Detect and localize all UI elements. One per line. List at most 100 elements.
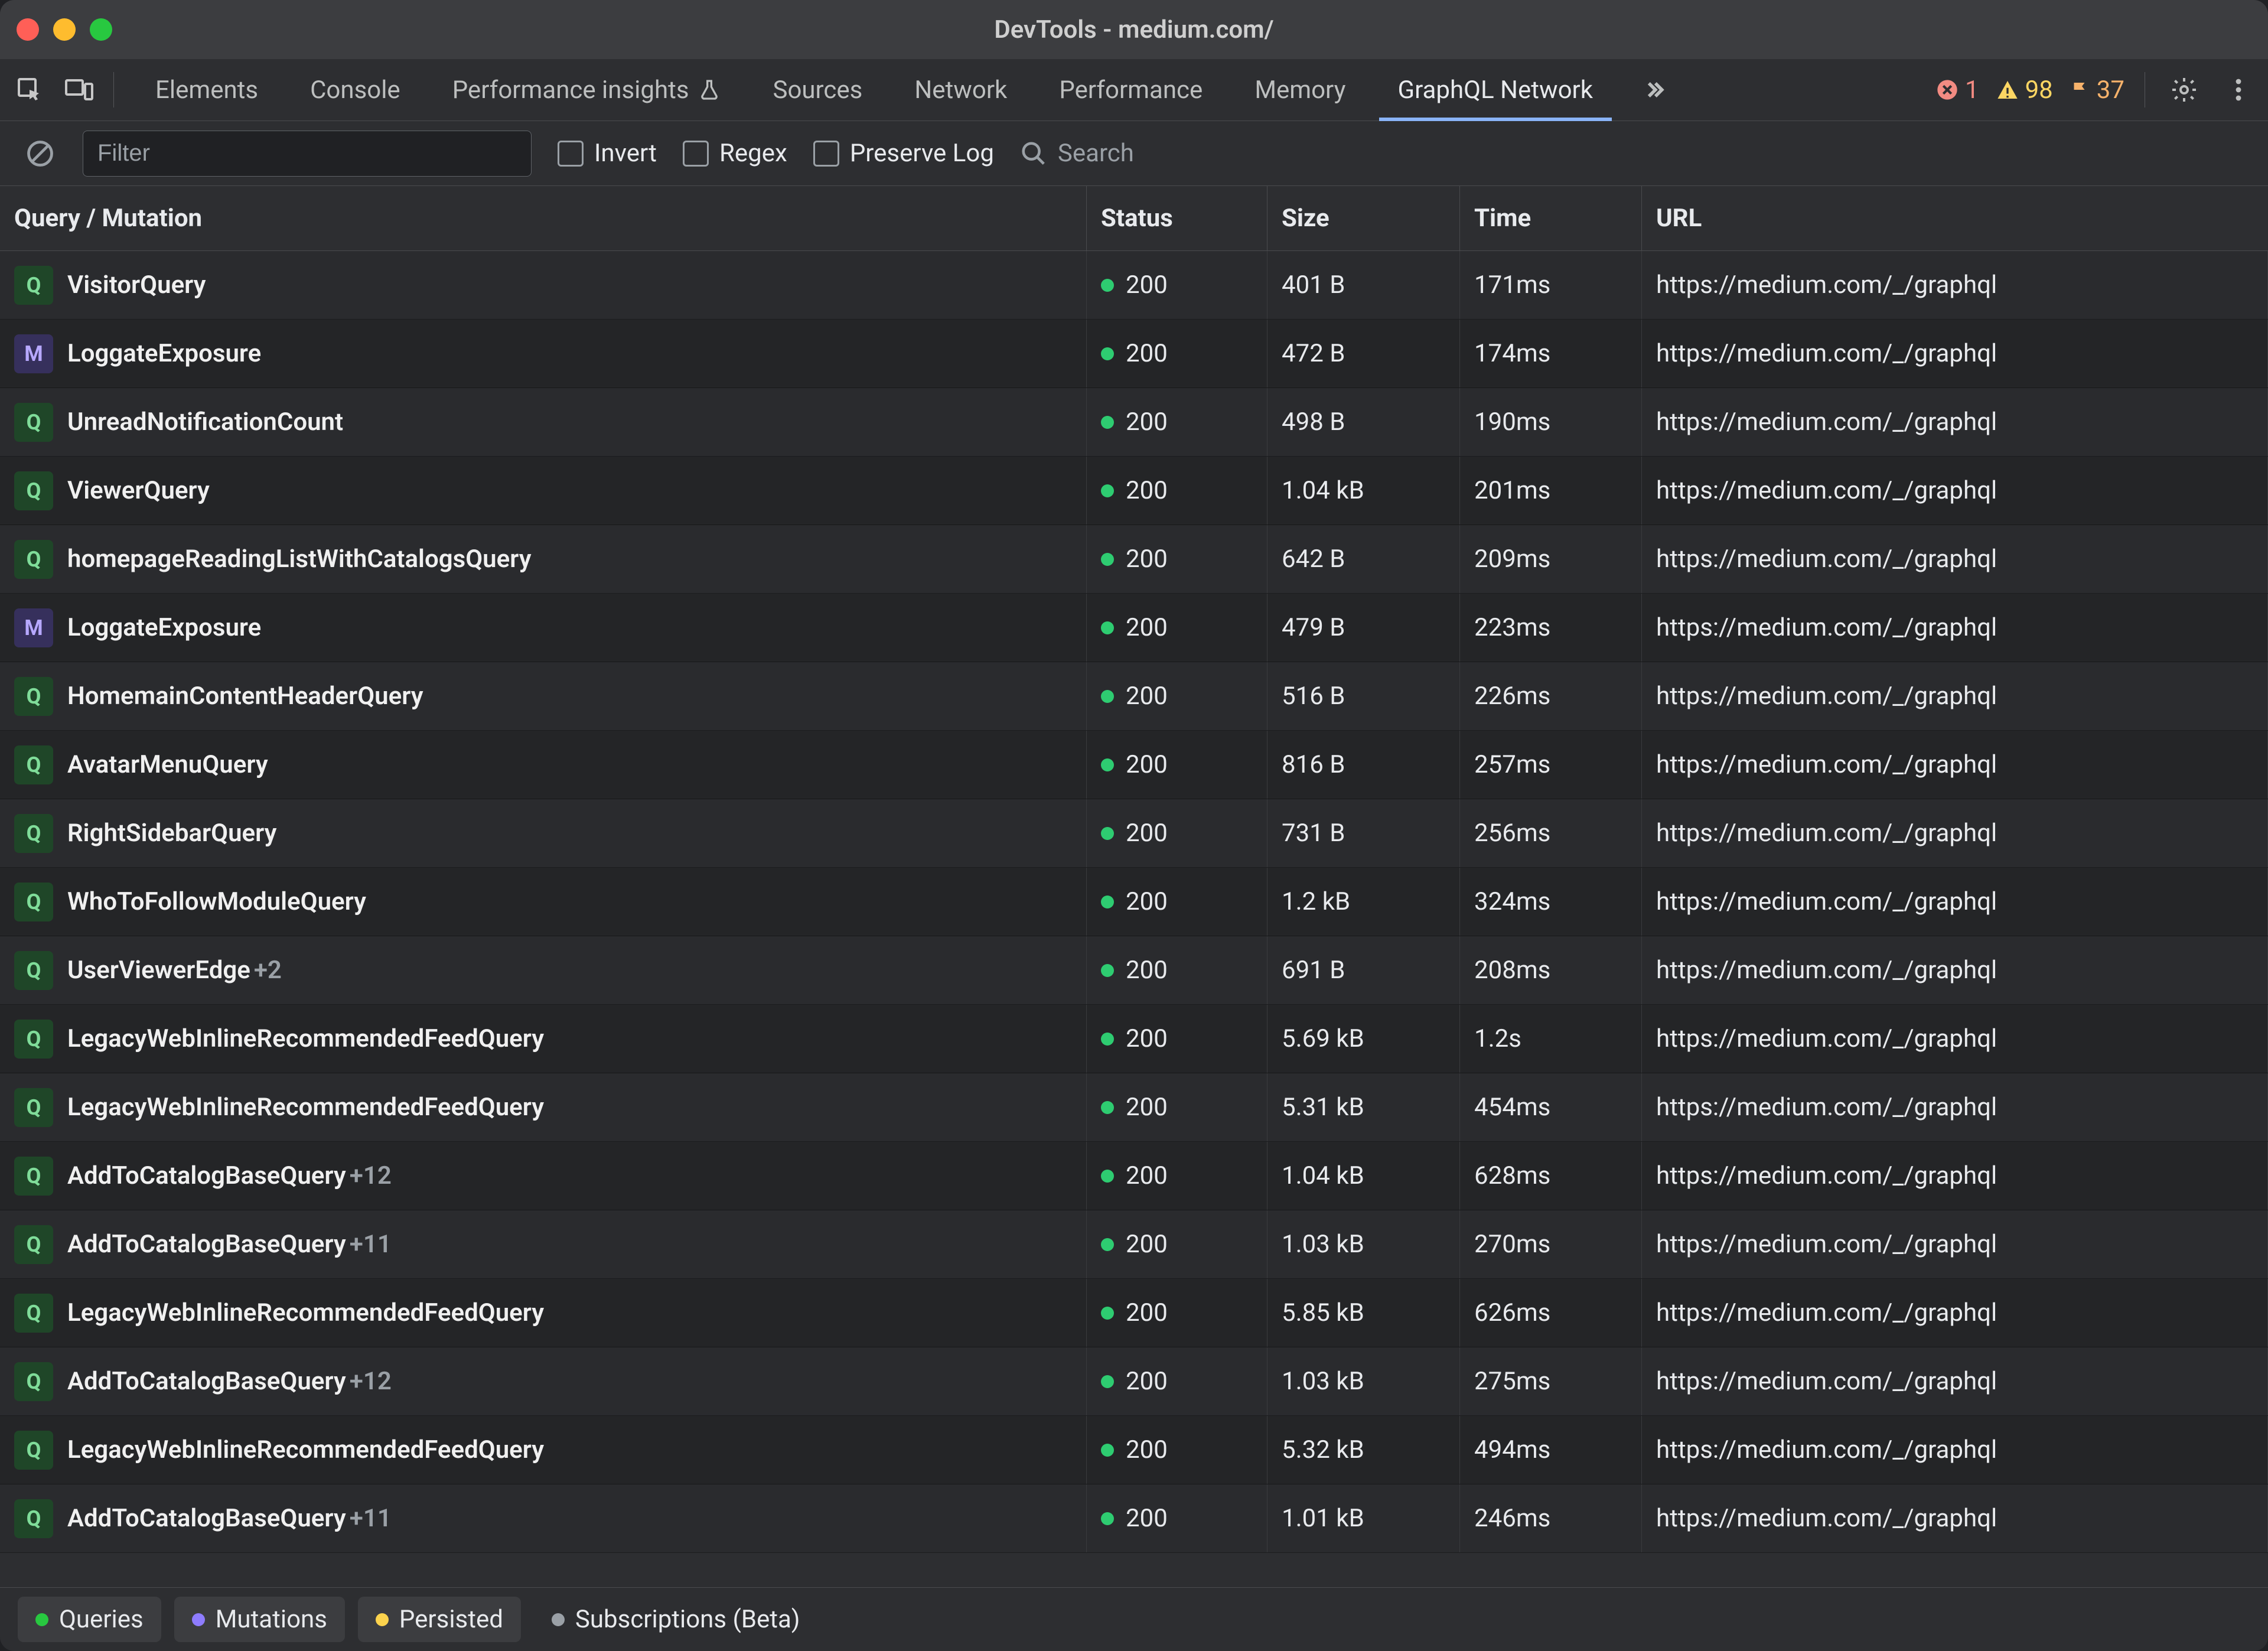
pill-label: Mutations (216, 1605, 327, 1634)
table-body[interactable]: QVisitorQuery200401 B171mshttps://medium… (0, 251, 2268, 1587)
col-status[interactable]: Status (1087, 186, 1267, 250)
cell-status: 200 (1087, 868, 1267, 936)
table-row[interactable]: QVisitorQuery200401 B171mshttps://medium… (0, 251, 2268, 320)
col-query[interactable]: Query / Mutation (0, 186, 1087, 250)
operation-name: LegacyWebInlineRecommendedFeedQuery (67, 1435, 544, 1464)
error-count-value: 1 (1965, 76, 1979, 105)
minimize-window-button[interactable] (53, 18, 76, 41)
table-row[interactable]: QViewerQuery2001.04 kB201mshttps://mediu… (0, 457, 2268, 525)
cell-url: https://medium.com/_/graphql (1642, 936, 2268, 1004)
table-row[interactable]: QLegacyWebInlineRecommendedFeedQuery2005… (0, 1279, 2268, 1347)
cell-url: https://medium.com/_/graphql (1642, 1005, 2268, 1073)
kebab-menu-icon[interactable] (2220, 71, 2257, 109)
tab-graphql-network[interactable]: GraphQL Network (1372, 59, 1619, 121)
query-badge-icon: Q (14, 814, 53, 853)
info-count[interactable]: 37 (2070, 76, 2124, 105)
query-badge-icon: Q (14, 1362, 53, 1401)
table-row[interactable]: QhomepageReadingListWithCatalogsQuery200… (0, 525, 2268, 594)
cell-status: 200 (1087, 662, 1267, 730)
cell-status: 200 (1087, 457, 1267, 525)
operation-name: AvatarMenuQuery (67, 750, 268, 779)
status-value: 200 (1126, 1161, 1168, 1190)
checkbox-icon (683, 141, 709, 167)
tab-performance-insights[interactable]: Performance insights (426, 59, 747, 121)
cell-time: 223ms (1460, 594, 1642, 662)
status-dot-icon (1101, 279, 1114, 292)
regex-checkbox[interactable]: Regex (683, 139, 787, 168)
table-row[interactable]: QAvatarMenuQuery200816 B257mshttps://med… (0, 731, 2268, 799)
operation-name: AddToCatalogBaseQuery (67, 1230, 346, 1259)
preserve-log-checkbox[interactable]: Preserve Log (813, 139, 994, 168)
filter-mutations[interactable]: Mutations (174, 1597, 345, 1642)
col-time[interactable]: Time (1460, 186, 1642, 250)
filter-subscriptions[interactable]: Subscriptions (Beta) (534, 1597, 818, 1642)
col-url[interactable]: URL (1642, 186, 2268, 250)
tab-sources[interactable]: Sources (747, 59, 889, 121)
filter-input[interactable] (83, 131, 532, 177)
tab-memory[interactable]: Memory (1228, 59, 1371, 121)
cell-query: QHomemainContentHeaderQuery (0, 662, 1087, 730)
status-cluster: 1 98 37 (1935, 71, 2257, 109)
inspect-element-icon[interactable] (11, 71, 48, 109)
cell-time: 201ms (1460, 457, 1642, 525)
table-row[interactable]: QLegacyWebInlineRecommendedFeedQuery2005… (0, 1416, 2268, 1484)
cell-status: 200 (1087, 731, 1267, 799)
table-row[interactable]: QUserViewerEdge +2200691 B208mshttps://m… (0, 936, 2268, 1005)
table-row[interactable]: MLoggateExposure200472 B174mshttps://med… (0, 320, 2268, 388)
settings-icon[interactable] (2165, 71, 2203, 109)
cell-size: 5.69 kB (1267, 1005, 1460, 1073)
error-count[interactable]: 1 (1935, 76, 1979, 105)
maximize-window-button[interactable] (90, 18, 112, 41)
cell-url: https://medium.com/_/graphql (1642, 320, 2268, 387)
filter-queries[interactable]: Queries (18, 1597, 161, 1642)
error-icon (1935, 78, 1959, 102)
table-row[interactable]: QUnreadNotificationCount200498 B190mshtt… (0, 388, 2268, 457)
dot-icon (35, 1613, 48, 1626)
tab-performance[interactable]: Performance (1033, 59, 1228, 121)
warning-count[interactable]: 98 (1996, 76, 2053, 105)
close-window-button[interactable] (17, 18, 39, 41)
query-badge-icon: Q (14, 471, 53, 510)
cell-time: 256ms (1460, 799, 1642, 867)
cell-status: 200 (1087, 1416, 1267, 1484)
status-dot-icon (1101, 827, 1114, 840)
invert-checkbox[interactable]: Invert (558, 139, 657, 168)
main-toolbar: Elements Console Performance insights So… (0, 59, 2268, 121)
tab-elements[interactable]: Elements (129, 59, 284, 121)
cell-size: 401 B (1267, 251, 1460, 319)
panel-tabs: Elements Console Performance insights So… (129, 59, 1619, 121)
cell-time: 174ms (1460, 320, 1642, 387)
table-row[interactable]: QLegacyWebInlineRecommendedFeedQuery2005… (0, 1073, 2268, 1142)
operation-name: homepageReadingListWithCatalogsQuery (67, 545, 532, 574)
col-size[interactable]: Size (1267, 186, 1460, 250)
operation-name: ViewerQuery (67, 476, 210, 505)
mutation-badge-icon: M (14, 334, 53, 373)
table-row[interactable]: QHomemainContentHeaderQuery200516 B226ms… (0, 662, 2268, 731)
table-row[interactable]: MLoggateExposure200479 B223mshttps://med… (0, 594, 2268, 662)
status-value: 200 (1126, 956, 1168, 985)
tab-label: Performance (1059, 76, 1203, 105)
table-row[interactable]: QAddToCatalogBaseQuery +122001.03 kB275m… (0, 1347, 2268, 1416)
table-row[interactable]: QRightSidebarQuery200731 B256mshttps://m… (0, 799, 2268, 868)
clear-log-icon[interactable] (24, 137, 57, 170)
device-toolbar-icon[interactable] (60, 71, 98, 109)
operation-name: LegacyWebInlineRecommendedFeedQuery (67, 1093, 544, 1122)
tab-console[interactable]: Console (284, 59, 426, 121)
query-badge-icon: Q (14, 745, 53, 784)
table-row[interactable]: QAddToCatalogBaseQuery +122001.04 kB628m… (0, 1142, 2268, 1210)
cell-url: https://medium.com/_/graphql (1642, 731, 2268, 799)
more-tabs-icon[interactable] (1635, 71, 1673, 109)
search-box[interactable]: Search (1020, 139, 1134, 168)
table-row[interactable]: QAddToCatalogBaseQuery +112001.01 kB246m… (0, 1484, 2268, 1553)
status-dot-icon (1101, 895, 1114, 908)
filter-persisted[interactable]: Persisted (358, 1597, 521, 1642)
tab-network[interactable]: Network (888, 59, 1033, 121)
status-value: 200 (1126, 408, 1168, 437)
query-badge-icon: Q (14, 677, 53, 716)
table-row[interactable]: QWhoToFollowModuleQuery2001.2 kB324mshtt… (0, 868, 2268, 936)
cell-url: https://medium.com/_/graphql (1642, 1142, 2268, 1210)
table-row[interactable]: QAddToCatalogBaseQuery +112001.03 kB270m… (0, 1210, 2268, 1279)
table-row[interactable]: QLegacyWebInlineRecommendedFeedQuery2005… (0, 1005, 2268, 1073)
cell-url: https://medium.com/_/graphql (1642, 1279, 2268, 1347)
query-badge-icon: Q (14, 1499, 53, 1538)
